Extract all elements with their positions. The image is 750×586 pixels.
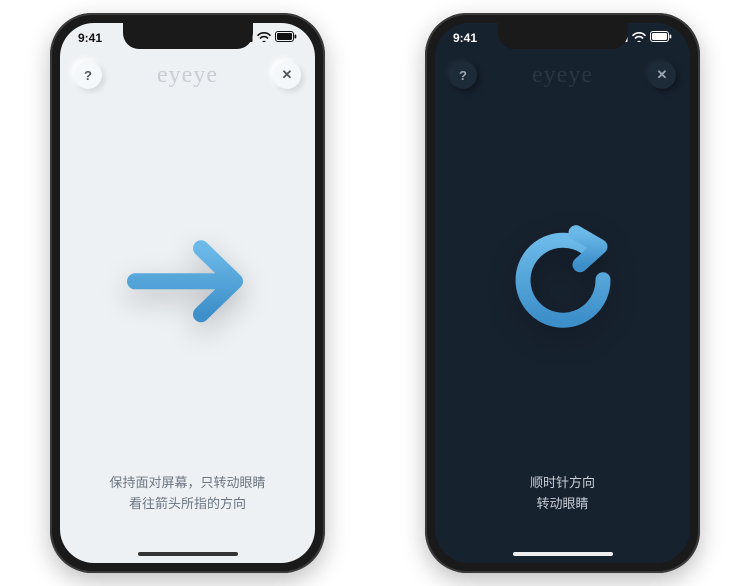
wifi-icon: [257, 31, 271, 45]
notch: [123, 23, 253, 49]
instructions-line-1: 保持面对屏幕，只转动眼睛: [84, 473, 291, 494]
screen-right: 9:41 ? eyeye ✕: [435, 23, 690, 563]
close-icon: ✕: [657, 67, 668, 83]
close-icon: ✕: [282, 67, 293, 83]
help-icon: ?: [459, 68, 467, 83]
close-button[interactable]: ✕: [648, 61, 676, 89]
top-bar: ? eyeye ✕: [435, 61, 690, 89]
phone-mockup-right: 9:41 ? eyeye ✕: [425, 13, 700, 573]
instructions-line-1: 顺时针方向: [459, 473, 666, 494]
rotate-clockwise-icon: [498, 215, 628, 350]
close-button[interactable]: ✕: [273, 61, 301, 89]
battery-icon: [650, 31, 672, 45]
home-indicator: [138, 552, 238, 556]
instructions-text: 保持面对屏幕，只转动眼睛 看往箭头所指的方向: [60, 473, 315, 515]
arrow-right-icon: [123, 226, 253, 341]
home-indicator: [513, 552, 613, 556]
top-bar: ? eyeye ✕: [60, 61, 315, 89]
status-time: 9:41: [453, 31, 477, 45]
instructions-line-2: 转动眼睛: [459, 494, 666, 515]
help-icon: ?: [84, 68, 92, 83]
screen-left: 9:41 ? eyeye ✕: [60, 23, 315, 563]
help-button[interactable]: ?: [74, 61, 102, 89]
status-time: 9:41: [78, 31, 102, 45]
app-logo: eyeye: [532, 62, 593, 89]
app-logo: eyeye: [157, 62, 218, 89]
phone-mockup-left: 9:41 ? eyeye ✕: [50, 13, 325, 573]
instructions-text: 顺时针方向 转动眼睛: [435, 473, 690, 515]
instructions-line-2: 看往箭头所指的方向: [84, 494, 291, 515]
battery-icon: [275, 31, 297, 45]
help-button[interactable]: ?: [449, 61, 477, 89]
notch: [498, 23, 628, 49]
wifi-icon: [632, 31, 646, 45]
